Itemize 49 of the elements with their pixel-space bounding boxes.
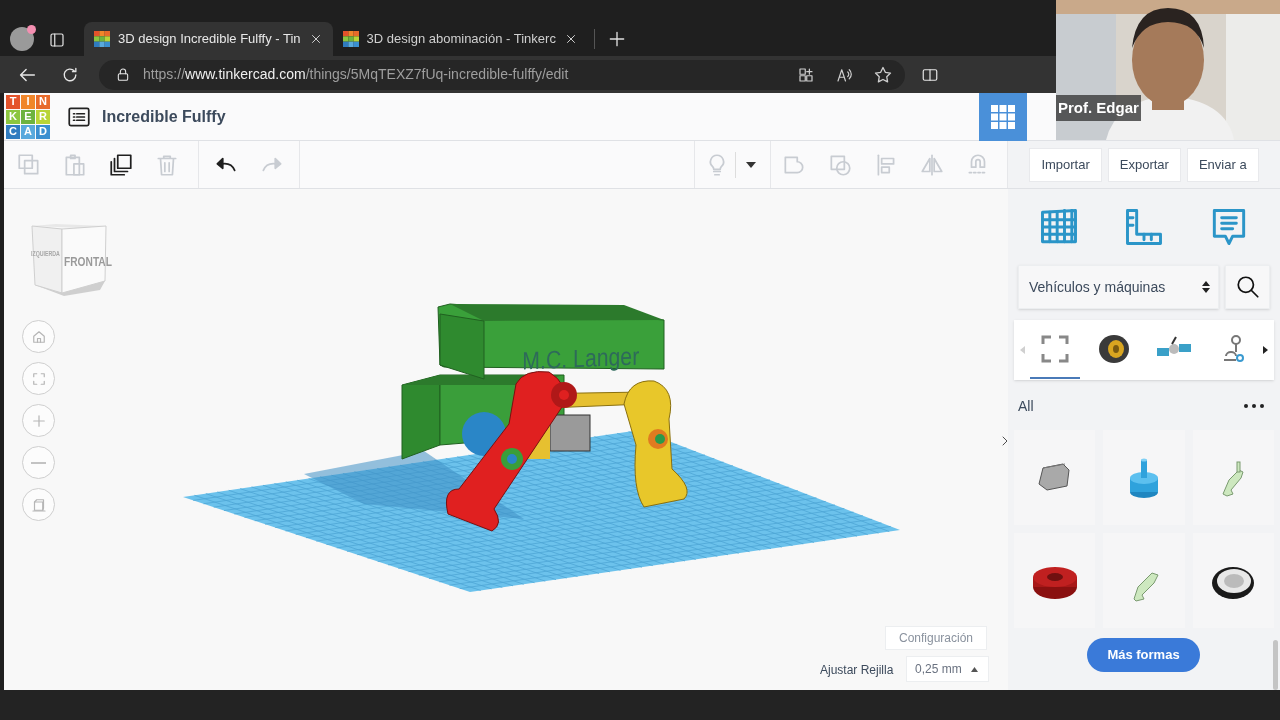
home-button[interactable]	[22, 320, 55, 353]
toolbar-button[interactable]: Importar	[1029, 147, 1102, 182]
shape-thumbnail[interactable]	[1192, 430, 1274, 525]
shape-thumbnail[interactable]	[1192, 533, 1274, 628]
model-text: M.C. Langer	[522, 340, 640, 377]
shape-thumbnail[interactable]	[1103, 533, 1185, 628]
grid-view-button[interactable]	[979, 93, 1027, 141]
snap-grid-label: Ajustar Rejilla	[820, 662, 894, 679]
category-select[interactable]: Vehículos y máquinas	[1018, 265, 1220, 309]
apps-icon[interactable]	[797, 65, 815, 84]
design-title[interactable]: Incredible Fulffy	[102, 104, 226, 129]
profile-avatar[interactable]	[10, 27, 34, 51]
dropdown-caret-icon[interactable]	[746, 161, 756, 168]
toolbar-button[interactable]: Exportar	[1107, 147, 1181, 182]
scrollbar-thumb[interactable]	[1273, 640, 1278, 690]
duplicate-icon[interactable]	[108, 151, 134, 178]
tinkercad-logo[interactable]: T I N K E R C A D	[6, 94, 50, 139]
tab-title: 3D design abominación - Tinkerc	[366, 30, 556, 49]
tire-icon	[1098, 334, 1131, 364]
search-button[interactable]	[1225, 265, 1270, 309]
browser-tab[interactable]: 3D design Incredible Fulffy - Tin	[84, 22, 333, 56]
more-options-icon[interactable]	[1244, 404, 1264, 408]
snap-grid-select[interactable]: 0,25 mm	[906, 656, 989, 682]
favorite-star-icon[interactable]	[873, 64, 893, 85]
zoom-out-button[interactable]	[22, 446, 55, 479]
grid-icon	[990, 104, 1016, 130]
tab-title: 3D design Incredible Fulffy - Tin	[118, 30, 301, 49]
robot-model-drawing[interactable]	[304, 303, 688, 532]
shape-thumbnail[interactable]	[1014, 533, 1096, 628]
url-text: https://www.tinkercad.com/things/5MqTEXZ7fUq-incredible-fulffy/edit	[143, 65, 569, 84]
bracket-corners-icon	[1039, 334, 1070, 364]
sort-arrows-icon	[1202, 280, 1211, 294]
tab-actions-icon[interactable]	[48, 31, 66, 49]
tinkercad-logo-icon	[342, 31, 359, 47]
shape-thumbnail[interactable]	[1014, 430, 1096, 525]
participant-name: Prof. Edgar	[1056, 95, 1141, 121]
ortho-button[interactable]	[22, 488, 55, 521]
lock-icon	[115, 66, 131, 83]
tinkercad-logo-icon	[94, 31, 110, 47]
toolbar-button[interactable]: Enviar a	[1186, 147, 1259, 182]
more-shapes-button[interactable]: Más formas	[1087, 638, 1200, 672]
section-heading: All	[1018, 396, 1034, 416]
zoom-out-icon	[31, 461, 46, 464]
scroll-right-icon[interactable]	[1263, 346, 1268, 354]
search-icon	[1234, 274, 1261, 300]
address-bar[interactable]: https://www.tinkercad.com/things/5MqTEXZ7fUq-incredible-fulffy/edit	[99, 59, 905, 90]
browser-tab[interactable]: 3D design abominación - Tinkerc	[332, 22, 588, 56]
caret-icon	[971, 666, 978, 672]
shape-thumbnail[interactable]	[1103, 430, 1185, 525]
